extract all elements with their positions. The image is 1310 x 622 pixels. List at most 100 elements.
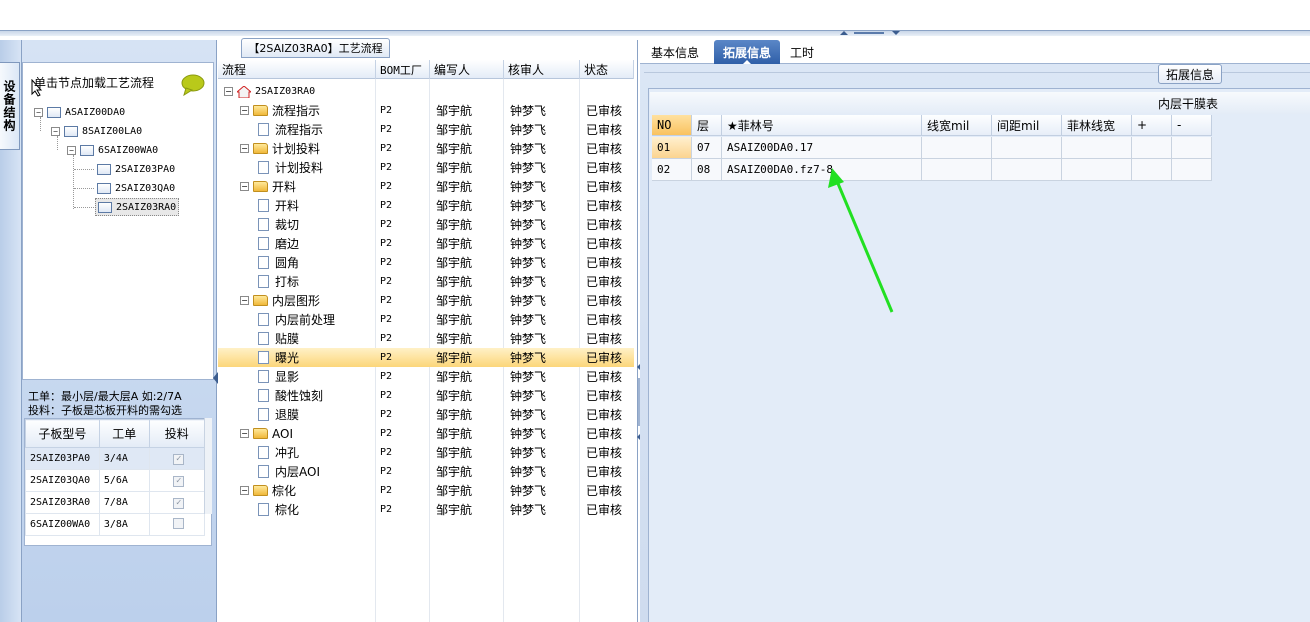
splitter-grip-icon[interactable] (840, 30, 900, 36)
collapse-icon[interactable]: − (240, 296, 249, 305)
column-header-no[interactable]: NO (652, 115, 692, 136)
add-column-button[interactable]: + (1132, 115, 1172, 136)
top-splitter[interactable] (0, 30, 1310, 36)
cell-model[interactable]: 6SAIZ00WA0 (25, 513, 100, 536)
cell-model[interactable]: 2SAIZ03RA0 (25, 491, 100, 514)
process-row[interactable]: 打标 P2 邹宇航 钟梦飞 已审核 (218, 272, 634, 291)
process-row[interactable]: 裁切 P2 邹宇航 钟梦飞 已审核 (218, 215, 634, 234)
page-icon (258, 446, 269, 459)
column-header-writer[interactable]: 编写人 (430, 60, 504, 79)
collapse-icon[interactable]: − (240, 486, 249, 495)
extended-info-section-label: 拓展信息 (1158, 64, 1222, 84)
collapse-icon[interactable]: − (240, 182, 249, 191)
process-row[interactable]: − 棕化 P2 邹宇航 钟梦飞 已审核 (218, 481, 634, 500)
process-row[interactable]: − 流程指示 P2 邹宇航 钟梦飞 已审核 (218, 101, 634, 120)
process-root-row[interactable]: − 2SAIZ03RA0 (218, 82, 634, 101)
cell-layer[interactable]: 08 (692, 159, 722, 181)
collapse-icon[interactable]: − (240, 106, 249, 115)
tree-node[interactable]: − 6SAIZ00WA0 (67, 141, 158, 159)
tree-node[interactable]: 2SAIZ03PA0 (97, 160, 175, 178)
column-header[interactable]: 投料 (148, 419, 206, 448)
column-header-reviewer[interactable]: 核审人 (504, 60, 580, 79)
page-icon (258, 256, 269, 269)
process-row[interactable]: 内层前处理 P2 邹宇航 钟梦飞 已审核 (218, 310, 634, 329)
feed-checkbox[interactable]: ✓ (173, 475, 185, 487)
process-row[interactable]: 冲孔 P2 邹宇航 钟梦飞 已审核 (218, 443, 634, 462)
collapse-icon[interactable]: − (240, 144, 249, 153)
process-row[interactable]: 开料 P2 邹宇航 钟梦飞 已审核 (218, 196, 634, 215)
cell-plus[interactable] (1132, 137, 1172, 159)
feed-checkbox[interactable]: ✓ (173, 453, 185, 465)
step-name: 圆角 (275, 256, 300, 270)
column-header[interactable]: 子板型号 (25, 419, 100, 448)
cell-layer[interactable]: 07 (692, 137, 722, 159)
cell-film-no[interactable]: ASAIZ00DA0.17 (722, 137, 922, 159)
cell-order[interactable]: 3/4A (98, 447, 150, 470)
feed-checkbox[interactable] (173, 517, 185, 529)
table-row[interactable]: 2SAIZ03QA0 5/6A ✓ (25, 469, 206, 492)
cell-order[interactable]: 5/6A (98, 469, 150, 492)
process-row[interactable]: 贴膜 P2 邹宇航 钟梦飞 已审核 (218, 329, 634, 348)
tab-work-hours[interactable]: 工时 (784, 40, 820, 64)
cell-minus[interactable] (1172, 137, 1212, 159)
remove-column-button[interactable]: - (1172, 115, 1212, 136)
cell-no[interactable]: 02 (652, 159, 692, 181)
process-row[interactable]: 磨边 P2 邹宇航 钟梦飞 已审核 (218, 234, 634, 253)
cell-minus[interactable] (1172, 159, 1212, 181)
process-row[interactable]: 计划投料 P2 邹宇航 钟梦飞 已审核 (218, 158, 634, 177)
cell-model[interactable]: 2SAIZ03QA0 (25, 469, 100, 492)
cell-no[interactable]: 01 (652, 137, 692, 159)
process-row[interactable]: 圆角 P2 邹宇航 钟梦飞 已审核 (218, 253, 634, 272)
sub-table-scrollbar[interactable] (204, 418, 212, 514)
tree-node-selected[interactable]: 2SAIZ03RA0 (95, 198, 180, 216)
cell-spacing[interactable] (992, 137, 1062, 159)
collapse-icon[interactable]: − (224, 87, 233, 96)
column-header-status[interactable]: 状态 (580, 60, 634, 79)
cell-spacing[interactable] (992, 159, 1062, 181)
process-row[interactable]: − 计划投料 P2 邹宇航 钟梦飞 已审核 (218, 139, 634, 158)
column-header-film-no[interactable]: ★菲林号 (722, 115, 922, 136)
process-row[interactable]: 流程指示 P2 邹宇航 钟梦飞 已审核 (218, 120, 634, 139)
column-header-film-line-width[interactable]: 菲林线宽 (1062, 115, 1132, 136)
process-row[interactable]: 棕化 P2 邹宇航 钟梦飞 已审核 (218, 500, 634, 519)
speech-bubble-icon[interactable] (180, 74, 206, 96)
process-row[interactable]: − 开料 P2 邹宇航 钟梦飞 已审核 (218, 177, 634, 196)
process-row[interactable]: 内层AOI P2 邹宇航 钟梦飞 已审核 (218, 462, 634, 481)
tree-node[interactable]: − 8SAIZ00LA0 (51, 122, 142, 140)
column-header-flow[interactable]: 流程 (218, 60, 376, 79)
tree-node[interactable]: − ASAIZ00DA0 (34, 103, 125, 121)
column-header[interactable]: 工单 (98, 419, 150, 448)
table-row[interactable]: 2SAIZ03RA0 7/8A ✓ (25, 491, 206, 514)
cell-film-line-width[interactable] (1062, 137, 1132, 159)
column-header-spacing[interactable]: 间距mil (992, 115, 1062, 136)
column-header-factory[interactable]: BOM工厂 (376, 60, 430, 79)
process-row[interactable]: 曝光 P2 邹宇航 钟梦飞 已审核 (218, 348, 634, 367)
cell-line-width[interactable] (922, 159, 992, 181)
cell-film-line-width[interactable] (1062, 159, 1132, 181)
collapse-icon[interactable]: − (67, 145, 76, 155)
collapse-left-arrow-icon[interactable] (213, 372, 218, 384)
tree-node[interactable]: 2SAIZ03QA0 (97, 179, 175, 197)
tab-basic-info[interactable]: 基本信息 (644, 40, 706, 64)
collapse-icon[interactable]: − (51, 126, 60, 136)
process-row[interactable]: 酸性蚀刻 P2 邹宇航 钟梦飞 已审核 (218, 386, 634, 405)
step-name: 贴膜 (275, 332, 300, 346)
cell-factory: P2 (380, 143, 393, 154)
cell-line-width[interactable] (922, 137, 992, 159)
process-row[interactable]: 显影 P2 邹宇航 钟梦飞 已审核 (218, 367, 634, 386)
process-row[interactable]: − AOI P2 邹宇航 钟梦飞 已审核 (218, 424, 634, 443)
table-row[interactable]: 2SAIZ03PA0 3/4A ✓ (25, 447, 206, 470)
collapse-icon[interactable]: − (34, 107, 43, 117)
process-row[interactable]: 退膜 P2 邹宇航 钟梦飞 已审核 (218, 405, 634, 424)
cell-plus[interactable] (1132, 159, 1172, 181)
column-header-layer[interactable]: 层 (692, 115, 722, 136)
cell-model[interactable]: 2SAIZ03PA0 (25, 447, 100, 470)
column-header-line-width[interactable]: 线宽mil (922, 115, 992, 136)
cell-order[interactable]: 7/8A (98, 491, 150, 514)
feed-checkbox[interactable]: ✓ (173, 497, 185, 509)
tab-device-structure[interactable]: 设备结构 (0, 62, 20, 150)
table-row[interactable]: 6SAIZ00WA0 3/8A (25, 513, 206, 536)
cell-order[interactable]: 3/8A (98, 513, 150, 536)
collapse-icon[interactable]: − (240, 429, 249, 438)
process-row[interactable]: − 内层图形 P2 邹宇航 钟梦飞 已审核 (218, 291, 634, 310)
